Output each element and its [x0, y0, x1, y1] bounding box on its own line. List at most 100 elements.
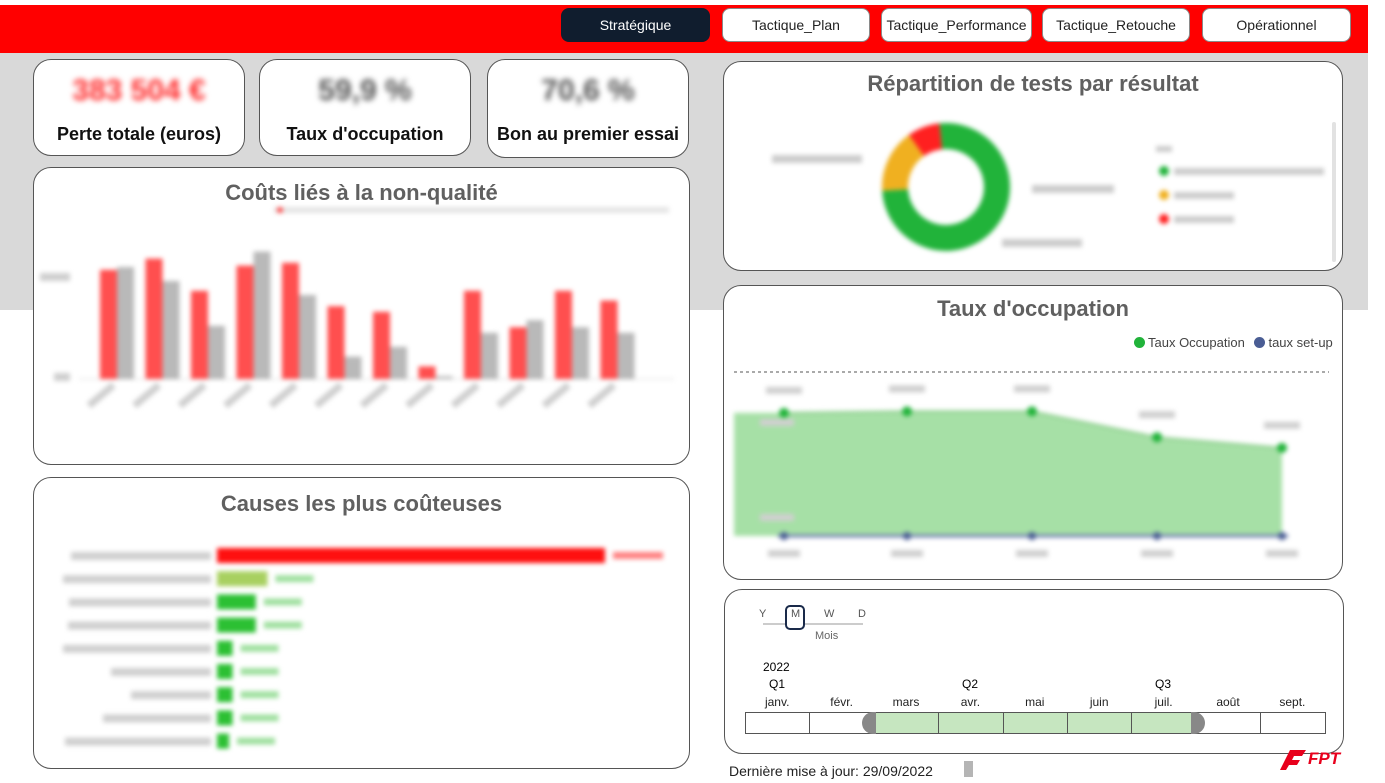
- occupation-point: [1152, 432, 1162, 443]
- granularity-label: Mois: [815, 630, 839, 642]
- quarter-label-q1: Q1: [769, 677, 786, 691]
- kpi-label: Taux d'occupation: [286, 124, 444, 144]
- tab-tactique-performance[interactable]: Tactique_Performance: [881, 8, 1032, 42]
- y-tick-label: [760, 514, 794, 521]
- last-update-text: Dernière mise à jour: 29/09/2022: [729, 763, 933, 779]
- point-label: [889, 385, 925, 393]
- cause-value-label: [263, 598, 302, 606]
- bar-red: [373, 311, 390, 379]
- legend-marker-occupation: [1134, 337, 1145, 348]
- cause-bar: [217, 664, 233, 679]
- donut-slice-orange: [882, 134, 925, 191]
- x-tick-label: [768, 550, 800, 557]
- kpi-label: Bon au premier essai: [496, 124, 680, 144]
- cause-label: [63, 575, 211, 584]
- legend-label: [1174, 216, 1234, 223]
- date-slicer-panel: Y M W D Mois 2022 Q1 Q2 Q3 janv. févr. mar…: [724, 589, 1344, 754]
- x-tick-label: [359, 382, 389, 409]
- setup-point: [903, 532, 911, 540]
- month-label: août: [1216, 695, 1240, 709]
- month-cell[interactable]: [1067, 712, 1133, 734]
- bar-grey: [435, 376, 453, 379]
- x-tick-label: [1016, 550, 1048, 557]
- tab-strategique[interactable]: Stratégique: [561, 8, 710, 42]
- bar-grey: [526, 320, 544, 379]
- month-label: mai: [1025, 695, 1045, 709]
- x-tick-label: [891, 550, 923, 557]
- month-cell[interactable]: [938, 712, 1004, 734]
- x-tick-label: [314, 382, 344, 409]
- bar-grey: [344, 356, 362, 379]
- cause-value-label: [240, 691, 279, 699]
- bar-grey: [253, 251, 271, 379]
- legend-marker-green: [1159, 166, 1169, 176]
- granularity-option-y[interactable]: Y: [759, 608, 766, 620]
- granularity-option-w[interactable]: W: [824, 608, 834, 620]
- granularity-option-m[interactable]: M: [791, 608, 800, 620]
- month-cell[interactable]: [745, 712, 811, 734]
- y-axis-tick-label: [54, 373, 70, 381]
- cause-bar: [217, 710, 233, 726]
- tests-result-panel: Répartition de tests par résultat: [723, 61, 1343, 271]
- month-cell[interactable]: [873, 712, 940, 734]
- cause-bar: [217, 571, 268, 587]
- tab-tactique-plan[interactable]: Tactique_Plan: [722, 8, 870, 42]
- bar-red: [327, 306, 345, 379]
- bar-red: [145, 258, 163, 379]
- legend-marker-setup: [1254, 337, 1266, 348]
- month-label: juil.: [1154, 695, 1173, 709]
- month-cell[interactable]: [1002, 712, 1068, 734]
- occupation-point: [779, 407, 789, 418]
- month-cell[interactable]: [1131, 712, 1197, 734]
- month-cell[interactable]: [1260, 712, 1326, 734]
- logo-text: FPT: [1308, 749, 1342, 768]
- costly-causes-chart: [63, 548, 663, 749]
- occupation-legend: Taux Occupation taux set-up: [1134, 335, 1333, 350]
- cause-bar: [217, 617, 256, 633]
- bar-grey: [390, 346, 407, 379]
- cause-label: [131, 691, 211, 700]
- cause-label: [111, 668, 211, 676]
- scroll-indicator: [964, 761, 973, 777]
- month-cell[interactable]: [1195, 712, 1262, 734]
- bar-red: [509, 327, 527, 379]
- fpt-logo: FPT: [1280, 749, 1342, 770]
- month-label: janv.: [764, 695, 790, 709]
- bar-grey: [572, 327, 589, 379]
- quarter-label-q3: Q3: [1155, 677, 1172, 691]
- cause-value-label: [613, 552, 663, 559]
- bar-red: [236, 265, 254, 379]
- bar-grey: [117, 267, 134, 379]
- non-quality-cost-panel: Coûts liés à la non-qualité: [33, 167, 690, 465]
- setup-point: [1278, 532, 1286, 540]
- kpi-card-perte: 383 504 € Perte totale (euros): [33, 59, 245, 156]
- x-tick-label: [177, 382, 207, 409]
- month-label: mars: [892, 695, 920, 709]
- tests-result-donut: [772, 123, 1324, 251]
- x-tick-label: [450, 382, 480, 409]
- tab-operationnel[interactable]: Opérationnel: [1202, 8, 1351, 42]
- costly-causes-panel: Causes les plus coûteuses: [33, 477, 690, 769]
- kpi-card-occupation: 59,9 % Taux d'occupation: [259, 59, 471, 156]
- legend-label: [1174, 168, 1324, 175]
- legend-label-occupation: Taux Occupation: [1148, 335, 1245, 350]
- scrollbar[interactable]: [1332, 122, 1336, 262]
- legend-title: [1156, 146, 1172, 152]
- kpi-value: 70,6 %: [541, 74, 635, 107]
- bar-red: [464, 290, 481, 379]
- occupation-point: [1027, 406, 1037, 417]
- tab-tactique-retouche[interactable]: Tactique_Retouche: [1042, 8, 1190, 42]
- bar-red: [555, 290, 572, 379]
- cause-value-label: [237, 737, 275, 745]
- x-tick-label: [541, 382, 571, 409]
- cause-bar: [217, 640, 233, 656]
- bar-grey: [299, 295, 316, 379]
- cause-label: [71, 552, 211, 560]
- granularity-option-d[interactable]: D: [858, 608, 866, 620]
- panel-title: Taux d'occupation: [937, 296, 1129, 321]
- x-tick-label: [1266, 550, 1298, 557]
- kpi-value: 383 504 €: [72, 74, 206, 107]
- legend-marker-red: [1159, 214, 1169, 224]
- cause-label: [63, 644, 211, 653]
- setup-point: [780, 532, 788, 540]
